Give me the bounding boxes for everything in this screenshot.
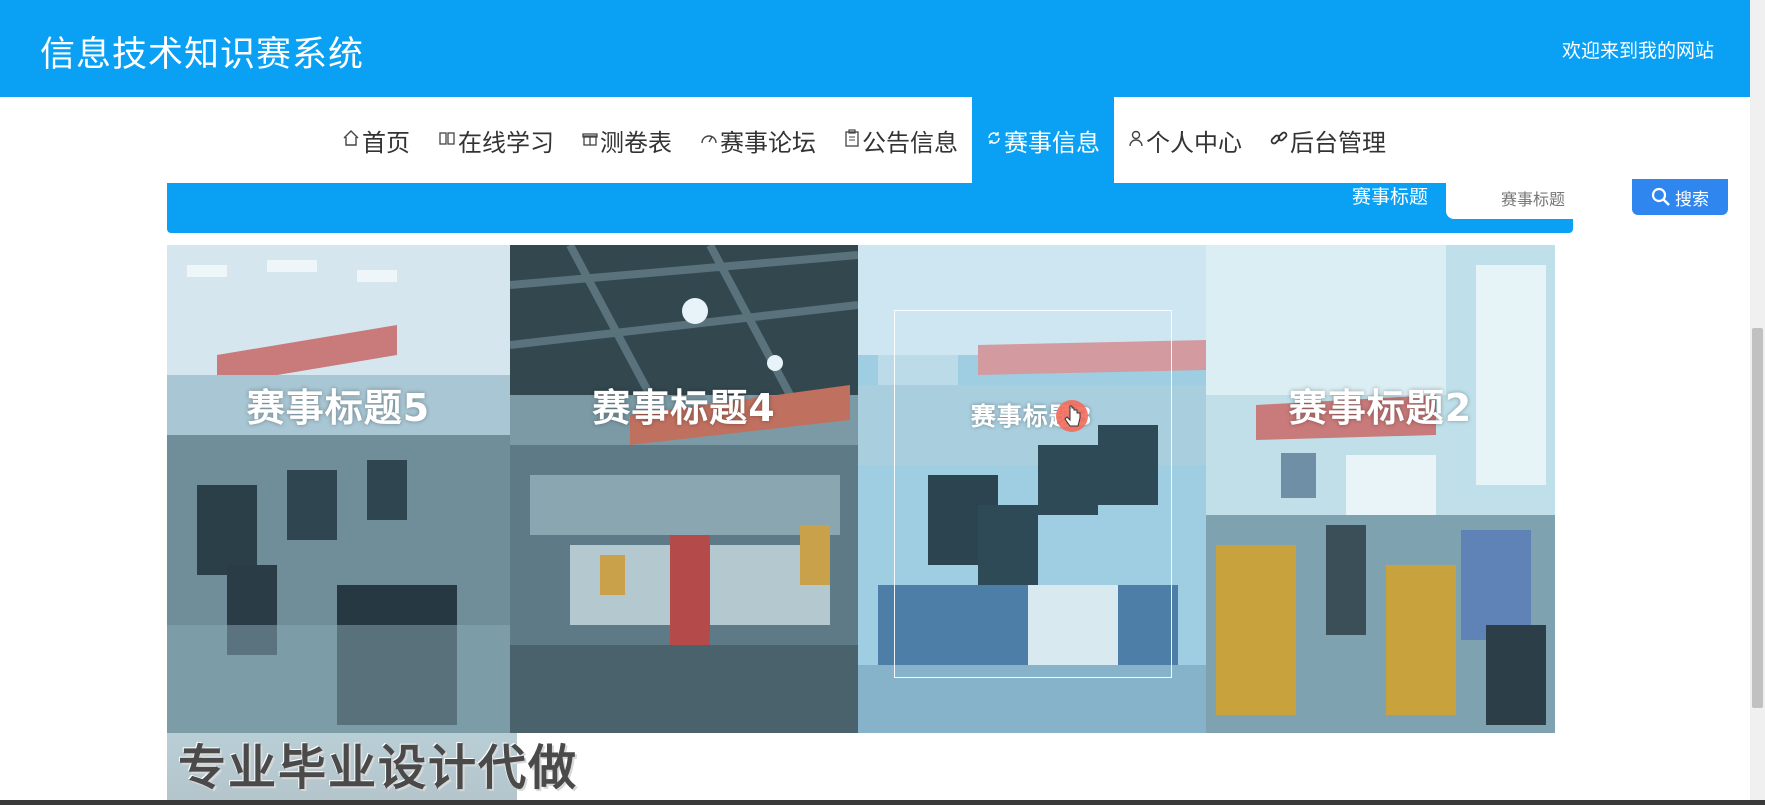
- clipboard-icon: [844, 128, 860, 152]
- event-card[interactable]: 赛事标题2: [1206, 245, 1555, 733]
- nav-label: 测卷表: [600, 128, 672, 157]
- event-photo: [167, 245, 510, 733]
- event-photo: [1206, 245, 1555, 733]
- main-nav: 首页 在线学习 测卷表 赛事论坛 公告信息 赛事信息 个人中心 后台管理: [0, 97, 1750, 183]
- gift-icon: [582, 130, 598, 151]
- hover-frame: [894, 310, 1172, 678]
- mouse-cursor-icon: [1056, 400, 1088, 432]
- event-title: 赛事标题5: [246, 386, 431, 430]
- site-header: 信息技术知识赛系统 欢迎来到我的网站: [0, 0, 1750, 97]
- watermark-text: 专业毕业设计代做: [178, 740, 579, 796]
- nav-list: 首页 在线学习 测卷表 赛事论坛 公告信息 赛事信息 个人中心 后台管理: [328, 97, 1400, 183]
- browser-viewport: 信息技术知识赛系统 欢迎来到我的网站 首页 在线学习 测卷表 赛事论坛 公告信息…: [0, 0, 1750, 800]
- scrollbar-thumb[interactable]: [1752, 328, 1763, 708]
- bottom-edge: [0, 800, 1765, 805]
- search-input[interactable]: [1446, 179, 1620, 219]
- nav-item-forum[interactable]: 赛事论坛: [686, 97, 830, 183]
- nav-label: 后台管理: [1290, 128, 1386, 157]
- nav-label: 公告信息: [862, 128, 958, 157]
- event-card[interactable]: 赛事标题5: [167, 245, 510, 733]
- welcome-text: 欢迎来到我的网站: [1561, 40, 1714, 62]
- user-icon: [1128, 129, 1144, 152]
- nav-label: 个人中心: [1146, 128, 1242, 157]
- nav-item-exam[interactable]: 测卷表: [568, 97, 686, 183]
- nav-label: 赛事论坛: [720, 128, 816, 157]
- nav-item-admin[interactable]: 后台管理: [1256, 97, 1400, 183]
- nav-item-online-learning[interactable]: 在线学习: [424, 97, 568, 183]
- home-icon: [342, 129, 360, 152]
- vertical-scrollbar[interactable]: [1750, 0, 1765, 805]
- link-icon: [1270, 129, 1288, 152]
- search-icon: [1651, 187, 1670, 206]
- search-button[interactable]: 搜索: [1632, 179, 1728, 215]
- event-title: 赛事标题3: [970, 402, 1094, 431]
- book-icon: [438, 129, 456, 152]
- event-gallery: 赛事标题5 赛事标题4 赛事标题3 赛事标题2: [167, 245, 1555, 733]
- nav-item-profile[interactable]: 个人中心: [1114, 97, 1256, 183]
- nav-item-home[interactable]: 首页: [328, 97, 424, 183]
- search-bar: 赛事标题 搜索: [167, 179, 1728, 233]
- event-title: 赛事标题2: [1288, 386, 1473, 430]
- nav-label: 赛事信息: [1004, 128, 1100, 157]
- nav-label: 在线学习: [458, 128, 554, 157]
- site-title[interactable]: 信息技术知识赛系统: [40, 26, 364, 77]
- event-photo: [510, 245, 858, 733]
- search-button-label: 搜索: [1675, 189, 1709, 209]
- event-card[interactable]: 赛事标题4: [510, 245, 858, 733]
- nav-item-announcements[interactable]: 公告信息: [830, 97, 972, 183]
- search-label: 赛事标题: [1352, 186, 1429, 208]
- nav-label: 首页: [362, 128, 410, 157]
- event-title: 赛事标题4: [592, 386, 776, 430]
- nav-item-events[interactable]: 赛事信息: [972, 97, 1114, 183]
- gauge-icon: [700, 130, 718, 151]
- event-card[interactable]: 赛事标题3: [858, 245, 1206, 733]
- sync-icon: [986, 130, 1002, 151]
